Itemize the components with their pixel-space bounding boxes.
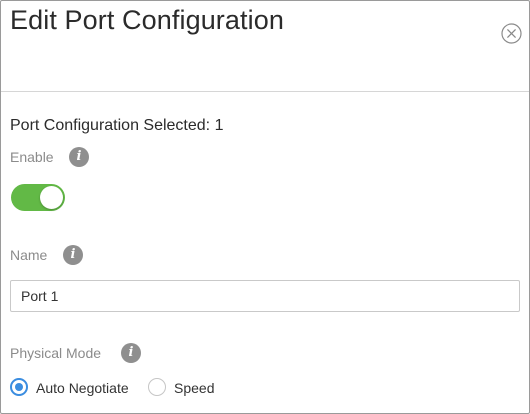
auto-negotiate-label: Auto Negotiate [36,380,129,396]
close-button[interactable] [501,23,522,44]
name-info-icon[interactable]: i [63,245,83,265]
radio-selected-icon [10,378,28,396]
dialog-header: Edit Port Configuration [1,1,529,92]
section-title: Port Configuration Selected: 1 [10,117,224,134]
speed-label: Speed [174,380,215,396]
close-circle-icon [501,23,522,44]
name-label: Name [10,247,48,263]
edit-port-dialog: Edit Port Configuration Port Configurati… [0,0,530,414]
toggle-knob [40,186,63,209]
enable-info-icon[interactable]: i [69,147,89,167]
radio-unselected-icon [148,378,166,396]
dialog-title: Edit Port Configuration [10,5,284,35]
name-input[interactable] [10,280,520,312]
physical-mode-label: Physical Mode [10,345,102,361]
enable-label: Enable [10,149,54,165]
enable-toggle[interactable] [11,184,65,211]
physical-mode-info-icon[interactable]: i [121,343,141,363]
